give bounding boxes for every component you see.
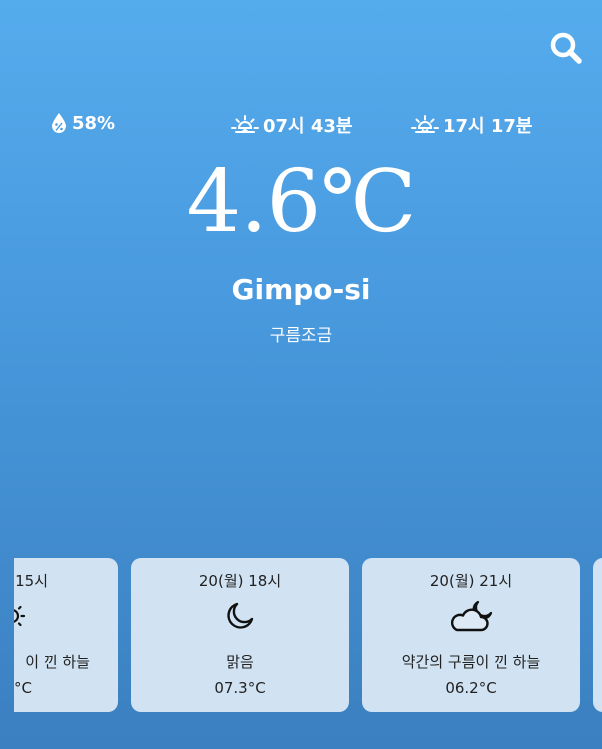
forecast-time: 20(월) 21시	[429, 572, 513, 590]
search-icon	[550, 32, 582, 64]
forecast-time: 15시	[15, 572, 48, 590]
sunrise-stat: 07시 43분	[231, 112, 352, 138]
cloud-moon-icon	[450, 600, 493, 632]
current-temperature: 4.6℃	[186, 152, 417, 252]
sunrise-icon	[231, 115, 259, 133]
forecast-card[interactable]: 20(월) 18시 맑음 07.3°C	[131, 558, 349, 712]
forecast-description: 이 낀 하늘	[25, 653, 90, 671]
forecast-card[interactable]: 15시 이 낀 하늘 °C	[14, 558, 118, 712]
humidity-value: 58%	[72, 112, 116, 134]
forecast-time: 20(월) 18시	[198, 572, 282, 590]
search-button[interactable]	[548, 30, 584, 66]
forecast-card[interactable]	[593, 558, 602, 712]
forecast-description: 맑음	[226, 653, 254, 671]
sunrise-value: 07시 43분	[263, 116, 353, 137]
forecast-temperature: 07.3°C	[214, 679, 266, 697]
forecast-description: 약간의 구름이 낀 하늘	[401, 653, 541, 671]
forecast-temperature: °C	[14, 679, 32, 697]
sunset-stat: 17시 17분	[411, 112, 532, 138]
forecast-time	[593, 570, 602, 592]
sunset-icon	[411, 115, 439, 134]
sun-icon	[14, 605, 26, 627]
forecast-temperature: 06.2°C	[445, 679, 497, 697]
city-name: Gimpo-si	[231, 273, 371, 306]
moon-icon	[227, 602, 254, 629]
sunset-value: 17시 17분	[443, 116, 533, 137]
forecast-card[interactable]: 20(월) 21시 약간의 구름이 낀 하늘 06.2°C	[362, 558, 580, 712]
weather-description: 구름조금	[269, 326, 333, 346]
forecast-carousel[interactable]: 15시 이 낀 하늘 °C 20(월) 18시 맑음 07.3°C 20(월) …	[14, 558, 602, 713]
humidity-drop-icon	[52, 113, 66, 133]
humidity-stat: 58%	[50, 112, 115, 134]
